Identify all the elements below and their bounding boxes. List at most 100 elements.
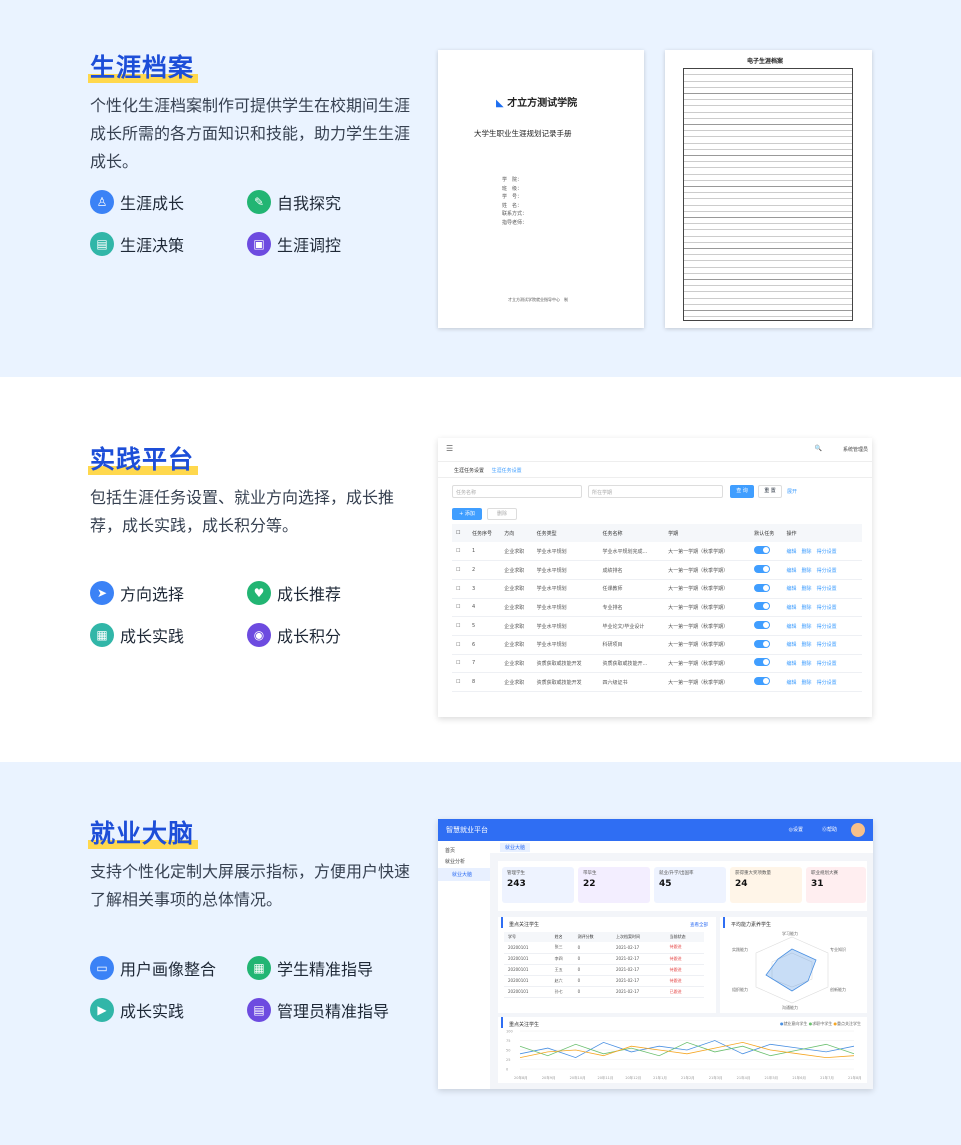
delete-button[interactable]: 删除 — [487, 508, 517, 520]
cell: 0 — [573, 964, 612, 976]
row-checkbox[interactable]: ☐ — [452, 560, 468, 580]
app-title: 智慧就业平台 — [446, 826, 488, 834]
delete-link[interactable]: 删除 — [802, 661, 812, 667]
row-checkbox[interactable]: ☐ — [452, 598, 468, 618]
default-toggle[interactable] — [750, 579, 783, 599]
edit-link[interactable]: 编辑 — [787, 586, 797, 592]
feature-item: ▭ 用户画像整合 — [90, 956, 216, 980]
table-row: 20200101 李四 0 2021-02-17 待跟进 — [504, 953, 704, 965]
score-setting-link[interactable]: 得分设置 — [817, 680, 837, 686]
stat-card: 就业/升学/出国率 45 — [654, 867, 726, 903]
row-checkbox[interactable]: ☐ — [452, 672, 468, 692]
tab-brain[interactable]: 就业大脑 — [500, 843, 531, 852]
row-checkbox[interactable]: ☐ — [452, 654, 468, 674]
doc-book-title: 大学生职业生涯规划记录手册 — [474, 129, 572, 138]
score-setting-link[interactable]: 得分设置 — [817, 661, 837, 667]
query-button[interactable]: 查 询 — [730, 485, 754, 498]
delete-link[interactable]: 删除 — [802, 605, 812, 611]
delete-link[interactable]: 删除 — [802, 624, 812, 630]
feature-item: ♥ 成长推荐 — [247, 581, 341, 605]
edit-link[interactable]: 编辑 — [787, 549, 797, 555]
user-name[interactable]: 系统管理员 — [843, 446, 868, 453]
cell: 大一第一学期（秋季学期） — [664, 654, 751, 674]
score-setting-link[interactable]: 得分设置 — [817, 586, 837, 592]
feature-item: ▦ 学生精准指导 — [247, 956, 373, 980]
default-toggle[interactable] — [750, 598, 783, 618]
y-tick-label: 25 — [506, 1058, 510, 1062]
cell: 成绩排名 — [598, 560, 665, 580]
default-toggle[interactable] — [750, 616, 783, 636]
control-icon: ▣ — [247, 232, 271, 256]
default-toggle[interactable] — [750, 560, 783, 580]
reset-button[interactable]: 重 置 — [758, 485, 782, 498]
edit-link[interactable]: 编辑 — [787, 661, 797, 667]
line-panel: 重点关注学生 ●就业意向学生 ●求职中学生 ●重点关注学生 0 25 50 75 100… — [498, 1017, 867, 1083]
score-setting-link[interactable]: 得分设置 — [817, 568, 837, 574]
score-setting-link[interactable]: 得分设置 — [817, 605, 837, 611]
score-setting-link[interactable]: 得分设置 — [817, 549, 837, 555]
archive-table — [683, 68, 853, 321]
cell: 20200101 — [504, 975, 551, 987]
menu-icon[interactable]: ☰ — [446, 444, 453, 453]
delete-link[interactable]: 删除 — [802, 586, 812, 592]
help-link[interactable]: ⓪帮助 — [822, 826, 837, 833]
cell: 大一第一学期（秋季学期） — [664, 560, 751, 580]
explore-icon: ✎ — [247, 190, 271, 214]
edit-link[interactable]: 编辑 — [787, 624, 797, 630]
expand-link[interactable]: 展开 — [787, 488, 797, 495]
table-row: ☐ 3 企业求职 学业水平规划 任课教师 大一第一学期（秋季学期） 编辑 删除 得分设置 — [452, 579, 862, 599]
cell: 学业水平规划 — [532, 579, 599, 599]
delete-link[interactable]: 删除 — [802, 568, 812, 574]
default-toggle[interactable] — [750, 635, 783, 655]
default-toggle[interactable] — [750, 542, 783, 562]
edit-link[interactable]: 编辑 — [787, 680, 797, 686]
semester-select[interactable]: 所在学期 — [588, 485, 723, 498]
row-checkbox[interactable]: ☐ — [452, 579, 468, 599]
avatar[interactable] — [851, 823, 865, 837]
task-table: ☐ 任务序号 方向 任务类型 任务名称 学期 默认任务 操作 ☐ 1 企业求职 学业水… — [452, 524, 862, 692]
cell: 0 — [573, 953, 612, 965]
cell: 科研项目 — [598, 635, 665, 655]
cell: 2021-02-17 — [611, 975, 666, 987]
search-icon[interactable]: 🔍 — [815, 445, 822, 452]
nav-home[interactable]: 首页 — [438, 841, 490, 854]
top-bar: ☰ 🔍 系统管理员 — [438, 438, 872, 462]
edit-link[interactable]: 编辑 — [787, 568, 797, 574]
cell: 2021-02-17 — [611, 953, 666, 965]
row-checkbox[interactable]: ☐ — [452, 635, 468, 655]
delete-link[interactable]: 删除 — [802, 549, 812, 555]
score-setting-link[interactable]: 得分设置 — [817, 624, 837, 630]
radar-panel: 平均能力素养学生 学习能力 专业知识 创新能力 沟通能力 组织能力 实践能力 — [720, 917, 867, 1013]
view-all-link[interactable]: 查看全部 — [690, 922, 708, 928]
tab-task-setting-active[interactable]: 生涯任务设置 — [492, 468, 522, 474]
default-toggle[interactable] — [750, 654, 783, 674]
edit-link[interactable]: 编辑 — [787, 605, 797, 611]
cell: 学业水平规划 — [532, 616, 599, 636]
settings-link[interactable]: ◎设置 — [789, 826, 803, 833]
tab-task-setting[interactable]: 生涯任务设置 — [454, 468, 484, 474]
row-actions: 编辑 删除 得分设置 — [782, 542, 862, 562]
brain-header: 智慧就业平台 ◎设置 ⓪帮助 — [438, 819, 873, 841]
cell: 企业求职 — [500, 672, 533, 692]
task-name-input[interactable]: 任务名称 — [452, 485, 582, 498]
table-row: 20200101 赵六 0 2021-02-17 待跟进 — [504, 975, 704, 987]
cell: 大一第一学期（秋季学期） — [664, 579, 751, 599]
add-button[interactable]: + 添加 — [452, 508, 482, 520]
default-toggle[interactable] — [750, 672, 783, 692]
checkbox-header[interactable]: ☐ — [452, 524, 468, 542]
row-checkbox[interactable]: ☐ — [452, 542, 468, 562]
row-checkbox[interactable]: ☐ — [452, 616, 468, 636]
cell: 待跟进 — [665, 942, 704, 954]
cell: 孙七 — [550, 986, 574, 998]
practice-screenshot: ☰ 🔍 系统管理员 生涯任务设置 生涯任务设置 任务名称 所在学期 查 询 重 … — [438, 438, 872, 717]
nav-analysis[interactable]: 就业分析 — [438, 854, 490, 865]
score-setting-link[interactable]: 得分设置 — [817, 642, 837, 648]
delete-link[interactable]: 删除 — [802, 642, 812, 648]
cell: 20200101 — [504, 986, 551, 998]
edit-link[interactable]: 编辑 — [787, 642, 797, 648]
cell: 大一第一学期（秋季学期） — [664, 616, 751, 636]
radar-label: 组织能力 — [732, 986, 748, 992]
delete-link[interactable]: 删除 — [802, 680, 812, 686]
cell: 4 — [468, 598, 501, 618]
nav-brain[interactable]: 就业大脑 — [438, 868, 490, 881]
